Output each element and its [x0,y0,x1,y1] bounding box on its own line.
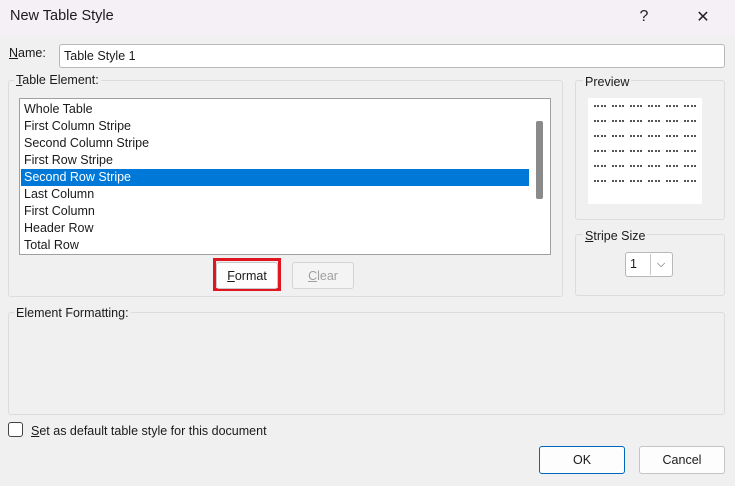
chevron-down-icon[interactable]: ⌵ [650,254,671,275]
preview-cell [594,120,606,122]
help-button[interactable]: ? [621,0,667,34]
preview-cell [630,120,642,122]
preview-cell [666,120,678,122]
element-formatting-label: Element Formatting: [14,306,131,320]
close-icon: ✕ [696,9,710,26]
stripe-size-label: Stripe Size [583,229,648,243]
preview-cell [630,165,642,167]
preview-cell [612,135,624,137]
preview-cell [684,150,696,152]
preview-cell [612,165,624,167]
clear-button[interactable]: Clear [292,262,354,289]
name-label: Name: [9,46,46,60]
preview-box [588,98,702,204]
preview-cell [684,105,696,107]
preview-cell [630,180,642,182]
default-style-checkbox[interactable] [8,422,23,437]
preview-cell [612,150,624,152]
table-element-list[interactable]: Whole Table First Column Stripe Second Col… [19,98,551,255]
preview-cell [648,135,660,137]
list-item[interactable]: Second Column Stripe [21,135,529,152]
preview-cell [684,120,696,122]
format-button[interactable]: Format [216,262,278,289]
list-item[interactable]: First Row Stripe [21,152,529,169]
preview-cell [594,135,606,137]
preview-cell [612,105,624,107]
preview-cell [684,135,696,137]
window-title: New Table Style [10,8,114,24]
preview-cell [648,105,660,107]
preview-cell [666,105,678,107]
list-item[interactable]: Second Row Stripe [21,169,529,186]
preview-cell [666,150,678,152]
list-item[interactable]: First Column Stripe [21,118,529,135]
ok-button[interactable]: OK [539,446,625,474]
preview-cell [612,120,624,122]
table-element-label: Table Element: [14,73,101,87]
list-item[interactable]: Last Column [21,186,529,203]
preview-cell [594,105,606,107]
preview-label: Preview [583,75,632,89]
name-input[interactable] [59,44,725,68]
preview-cell [648,165,660,167]
preview-cell [666,135,678,137]
cancel-button[interactable]: Cancel [639,446,725,474]
list-item[interactable]: First Column [21,203,529,220]
preview-cell [648,180,660,182]
preview-cell [684,180,696,182]
preview-cell [630,150,642,152]
preview-cell [666,165,678,167]
list-item[interactable]: Header Row [21,220,529,237]
preview-cell [594,180,606,182]
preview-cell [666,180,678,182]
stripe-size-value: 1 [630,257,637,271]
list-item[interactable]: Whole Table [21,101,529,118]
list-item[interactable]: Total Row [21,237,529,254]
preview-cell [630,105,642,107]
default-style-label: Set as default table style for this docu… [31,424,267,438]
close-button[interactable]: ✕ [680,0,726,34]
element-formatting-group [8,312,725,415]
preview-cell [648,120,660,122]
preview-cell [594,165,606,167]
preview-cell [648,150,660,152]
preview-cell [594,150,606,152]
preview-cell [612,180,624,182]
preview-cell [684,165,696,167]
list-scrollbar-thumb[interactable] [536,121,543,199]
help-icon: ? [639,8,649,25]
preview-cell [630,135,642,137]
